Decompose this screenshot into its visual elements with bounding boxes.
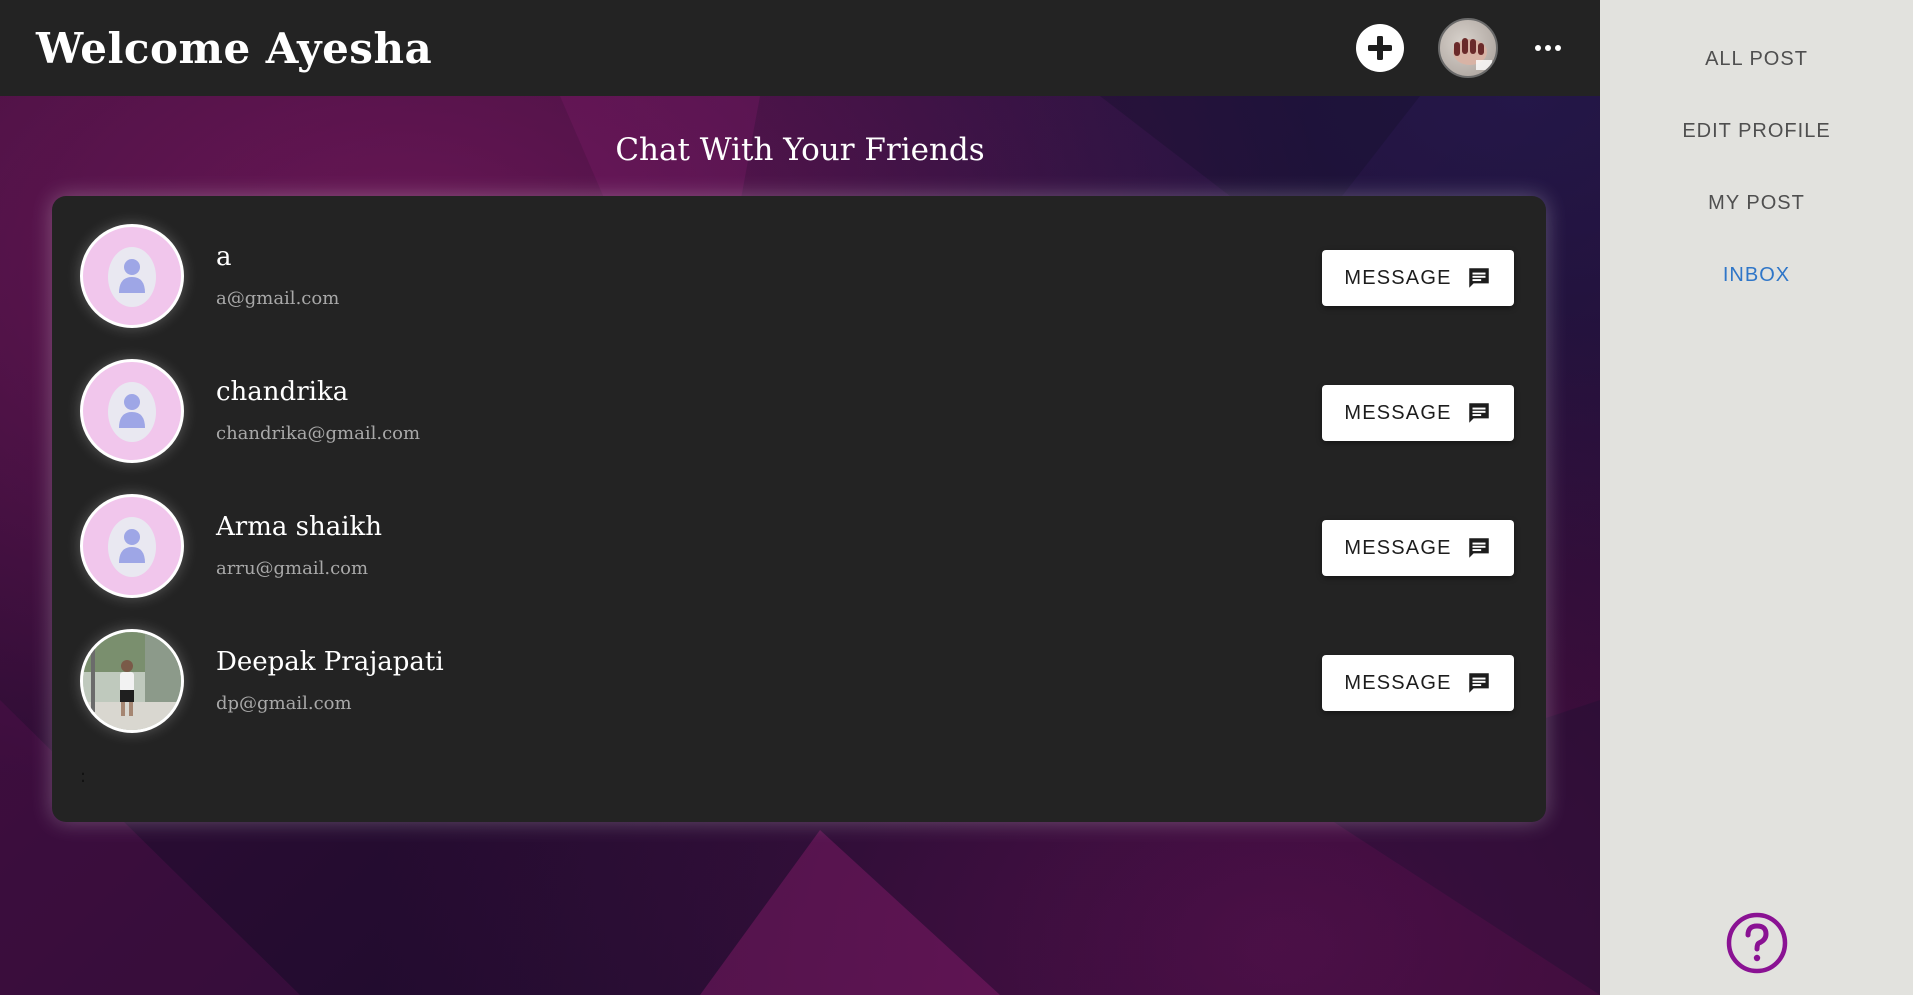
chat-bubble-icon: [1468, 403, 1489, 423]
message-button-label: MESSAGE: [1344, 401, 1452, 424]
message-button[interactable]: MESSAGE: [1322, 520, 1514, 576]
app-root: Welcome Ayesha Chat With Your Friends a …: [0, 0, 1913, 995]
main-area: Welcome Ayesha Chat With Your Friends a …: [0, 0, 1600, 995]
friend-row: chandrika chandrika@gmail.com MESSAGE: [52, 331, 1546, 463]
right-sidebar: ALL POST EDIT PROFILE MY POST INBOX: [1600, 0, 1913, 995]
add-post-button[interactable]: [1356, 24, 1404, 72]
trailing-text: :: [80, 766, 87, 787]
friend-avatar: [80, 494, 184, 598]
friend-email: dp@gmail.com: [216, 693, 352, 714]
message-button[interactable]: MESSAGE: [1322, 250, 1514, 306]
friends-card: a a@gmail.com MESSAGE chandrika chandrik…: [52, 196, 1546, 822]
help-circle-icon: [1726, 912, 1788, 974]
friend-row: Arma shaikh arru@gmail.com MESSAGE: [52, 466, 1546, 598]
friend-row: a a@gmail.com MESSAGE: [52, 196, 1546, 328]
nav-my-post[interactable]: MY POST: [1600, 192, 1913, 215]
default-person-icon: [108, 517, 156, 577]
friend-name: chandrika: [216, 377, 349, 407]
nav-inbox[interactable]: INBOX: [1600, 264, 1913, 287]
friend-avatar: [80, 629, 184, 733]
message-button-label: MESSAGE: [1344, 671, 1452, 694]
default-person-icon: [108, 247, 156, 307]
more-horizontal-icon: [1535, 45, 1561, 51]
chat-bubble-icon: [1468, 673, 1489, 693]
more-options-button[interactable]: [1528, 30, 1568, 66]
friend-email: chandrika@gmail.com: [216, 423, 421, 444]
chat-bubble-icon: [1468, 538, 1489, 558]
plus-icon: [1368, 36, 1392, 60]
top-bar: Welcome Ayesha: [0, 0, 1600, 96]
friend-name: a: [216, 242, 232, 272]
section-title: Chat With Your Friends: [615, 132, 985, 168]
friend-avatar: [80, 224, 184, 328]
user-avatar[interactable]: [1438, 18, 1498, 78]
message-button[interactable]: MESSAGE: [1322, 655, 1514, 711]
welcome-title: Welcome Ayesha: [36, 23, 433, 73]
message-button-label: MESSAGE: [1344, 266, 1452, 289]
friend-email: arru@gmail.com: [216, 558, 369, 579]
nav-all-post[interactable]: ALL POST: [1600, 48, 1913, 71]
friend-name: Arma shaikh: [216, 512, 383, 542]
hand-photo-icon: [1453, 38, 1492, 70]
nav-edit-profile[interactable]: EDIT PROFILE: [1600, 120, 1913, 143]
friend-row: Deepak Prajapati dp@gmail.com MESSAGE: [52, 601, 1546, 733]
message-button-label: MESSAGE: [1344, 536, 1452, 559]
person-photo-icon: [83, 632, 181, 730]
help-button[interactable]: [1726, 912, 1788, 974]
friend-name: Deepak Prajapati: [216, 647, 444, 677]
friend-email: a@gmail.com: [216, 288, 340, 309]
message-button[interactable]: MESSAGE: [1322, 385, 1514, 441]
chat-bubble-icon: [1468, 268, 1489, 288]
friend-avatar: [80, 359, 184, 463]
default-person-icon: [108, 382, 156, 442]
